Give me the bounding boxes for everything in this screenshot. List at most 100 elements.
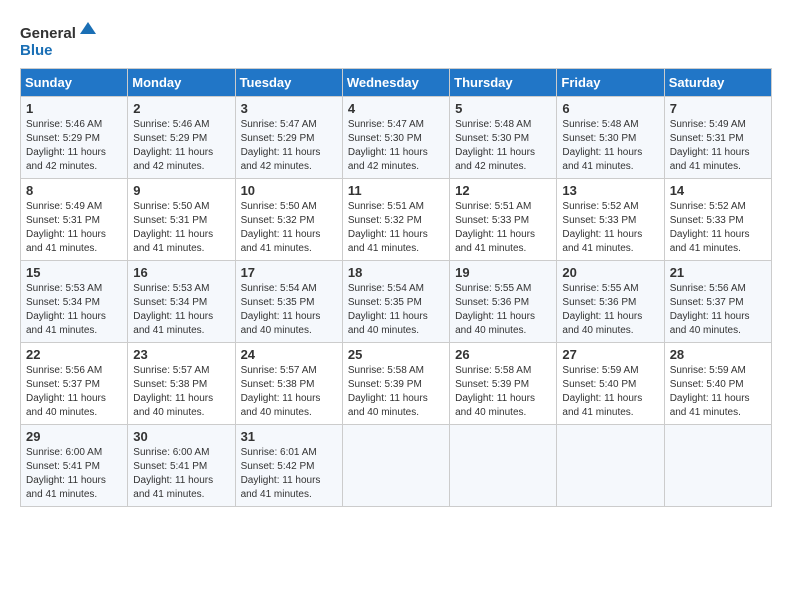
day-number: 5: [455, 101, 551, 116]
day-info: Sunrise: 5:58 AM Sunset: 5:39 PM Dayligh…: [455, 364, 551, 420]
day-info: Sunrise: 5:56 AM Sunset: 5:37 PM Dayligh…: [26, 364, 122, 420]
day-number: 1: [26, 101, 122, 116]
day-number: 3: [241, 101, 337, 116]
svg-text:Blue: Blue: [20, 42, 53, 59]
calendar-day-cell: 28 Sunrise: 5:59 AM Sunset: 5:40 PM Dayli…: [664, 343, 771, 425]
svg-text:General: General: [20, 25, 76, 42]
calendar-week-row: 22 Sunrise: 5:56 AM Sunset: 5:37 PM Dayli…: [21, 343, 772, 425]
day-info: Sunrise: 5:55 AM Sunset: 5:36 PM Dayligh…: [562, 282, 658, 338]
column-header-wednesday: Wednesday: [342, 69, 449, 97]
day-number: 31: [241, 429, 337, 444]
day-info: Sunrise: 5:57 AM Sunset: 5:38 PM Dayligh…: [241, 364, 337, 420]
day-info: Sunrise: 6:00 AM Sunset: 5:41 PM Dayligh…: [26, 446, 122, 502]
calendar-header-row: SundayMondayTuesdayWednesdayThursdayFrid…: [21, 69, 772, 97]
calendar-day-cell: 7 Sunrise: 5:49 AM Sunset: 5:31 PM Daylig…: [664, 97, 771, 179]
day-info: Sunrise: 5:49 AM Sunset: 5:31 PM Dayligh…: [26, 200, 122, 256]
day-number: 16: [133, 265, 229, 280]
day-number: 6: [562, 101, 658, 116]
day-info: Sunrise: 5:56 AM Sunset: 5:37 PM Dayligh…: [670, 282, 766, 338]
day-number: 26: [455, 347, 551, 362]
day-number: 8: [26, 183, 122, 198]
day-number: 19: [455, 265, 551, 280]
day-number: 24: [241, 347, 337, 362]
day-number: 29: [26, 429, 122, 444]
day-number: 21: [670, 265, 766, 280]
calendar-day-cell: 1 Sunrise: 5:46 AM Sunset: 5:29 PM Daylig…: [21, 97, 128, 179]
calendar-table: SundayMondayTuesdayWednesdayThursdayFrid…: [20, 68, 772, 507]
day-number: 13: [562, 183, 658, 198]
header: General Blue: [20, 20, 772, 60]
calendar-day-cell: 11 Sunrise: 5:51 AM Sunset: 5:32 PM Dayli…: [342, 179, 449, 261]
calendar-day-cell: 29 Sunrise: 6:00 AM Sunset: 5:41 PM Dayli…: [21, 425, 128, 507]
calendar-day-cell: 13Sunrise: 5:52 AM Sunset: 5:33 PM Dayli…: [557, 179, 664, 261]
calendar-empty-cell: [557, 425, 664, 507]
day-number: 28: [670, 347, 766, 362]
day-info: Sunrise: 6:00 AM Sunset: 5:41 PM Dayligh…: [133, 446, 229, 502]
calendar-day-cell: 30 Sunrise: 6:00 AM Sunset: 5:41 PM Dayli…: [128, 425, 235, 507]
column-header-thursday: Thursday: [450, 69, 557, 97]
day-info: Sunrise: 5:51 AM Sunset: 5:33 PM Dayligh…: [455, 200, 551, 256]
day-info: Sunrise: 5:46 AM Sunset: 5:29 PM Dayligh…: [26, 118, 122, 174]
day-info: Sunrise: 6:01 AM Sunset: 5:42 PM Dayligh…: [241, 446, 337, 502]
calendar-day-cell: 14Sunrise: 5:52 AM Sunset: 5:33 PM Dayli…: [664, 179, 771, 261]
calendar-day-cell: 12 Sunrise: 5:51 AM Sunset: 5:33 PM Dayli…: [450, 179, 557, 261]
calendar-day-cell: 20Sunrise: 5:55 AM Sunset: 5:36 PM Dayli…: [557, 261, 664, 343]
calendar-day-cell: 8 Sunrise: 5:49 AM Sunset: 5:31 PM Daylig…: [21, 179, 128, 261]
day-number: 12: [455, 183, 551, 198]
day-number: 22: [26, 347, 122, 362]
day-info: Sunrise: 5:58 AM Sunset: 5:39 PM Dayligh…: [348, 364, 444, 420]
logo-svg: General Blue: [20, 20, 100, 60]
day-info: Sunrise: 5:50 AM Sunset: 5:32 PM Dayligh…: [241, 200, 337, 256]
calendar-day-cell: 21 Sunrise: 5:56 AM Sunset: 5:37 PM Dayli…: [664, 261, 771, 343]
calendar-week-row: 15Sunrise: 5:53 AM Sunset: 5:34 PM Dayli…: [21, 261, 772, 343]
day-info: Sunrise: 5:47 AM Sunset: 5:29 PM Dayligh…: [241, 118, 337, 174]
calendar-day-cell: 3 Sunrise: 5:47 AM Sunset: 5:29 PM Daylig…: [235, 97, 342, 179]
calendar-day-cell: 15Sunrise: 5:53 AM Sunset: 5:34 PM Dayli…: [21, 261, 128, 343]
day-number: 30: [133, 429, 229, 444]
day-info: Sunrise: 5:49 AM Sunset: 5:31 PM Dayligh…: [670, 118, 766, 174]
calendar-day-cell: 9 Sunrise: 5:50 AM Sunset: 5:31 PM Daylig…: [128, 179, 235, 261]
day-number: 25: [348, 347, 444, 362]
day-info: Sunrise: 5:54 AM Sunset: 5:35 PM Dayligh…: [241, 282, 337, 338]
column-header-tuesday: Tuesday: [235, 69, 342, 97]
day-number: 27: [562, 347, 658, 362]
day-info: Sunrise: 5:54 AM Sunset: 5:35 PM Dayligh…: [348, 282, 444, 338]
day-info: Sunrise: 5:50 AM Sunset: 5:31 PM Dayligh…: [133, 200, 229, 256]
calendar-week-row: 8 Sunrise: 5:49 AM Sunset: 5:31 PM Daylig…: [21, 179, 772, 261]
calendar-day-cell: 27 Sunrise: 5:59 AM Sunset: 5:40 PM Dayli…: [557, 343, 664, 425]
logo: General Blue: [20, 20, 100, 60]
calendar-day-cell: 31 Sunrise: 6:01 AM Sunset: 5:42 PM Dayli…: [235, 425, 342, 507]
day-number: 9: [133, 183, 229, 198]
calendar-day-cell: 18 Sunrise: 5:54 AM Sunset: 5:35 PM Dayli…: [342, 261, 449, 343]
day-info: Sunrise: 5:53 AM Sunset: 5:34 PM Dayligh…: [133, 282, 229, 338]
calendar-day-cell: 2Sunrise: 5:46 AM Sunset: 5:29 PM Daylig…: [128, 97, 235, 179]
day-number: 2: [133, 101, 229, 116]
calendar-day-cell: 22 Sunrise: 5:56 AM Sunset: 5:37 PM Dayli…: [21, 343, 128, 425]
column-header-sunday: Sunday: [21, 69, 128, 97]
calendar-week-row: 29 Sunrise: 6:00 AM Sunset: 5:41 PM Dayli…: [21, 425, 772, 507]
column-header-friday: Friday: [557, 69, 664, 97]
calendar-day-cell: 4 Sunrise: 5:47 AM Sunset: 5:30 PM Daylig…: [342, 97, 449, 179]
day-info: Sunrise: 5:59 AM Sunset: 5:40 PM Dayligh…: [562, 364, 658, 420]
day-number: 17: [241, 265, 337, 280]
day-info: Sunrise: 5:51 AM Sunset: 5:32 PM Dayligh…: [348, 200, 444, 256]
calendar-day-cell: 17 Sunrise: 5:54 AM Sunset: 5:35 PM Dayli…: [235, 261, 342, 343]
calendar-day-cell: 19Sunrise: 5:55 AM Sunset: 5:36 PM Dayli…: [450, 261, 557, 343]
calendar-empty-cell: [664, 425, 771, 507]
calendar-empty-cell: [342, 425, 449, 507]
day-info: Sunrise: 5:48 AM Sunset: 5:30 PM Dayligh…: [562, 118, 658, 174]
calendar-day-cell: 24 Sunrise: 5:57 AM Sunset: 5:38 PM Dayli…: [235, 343, 342, 425]
day-number: 18: [348, 265, 444, 280]
day-info: Sunrise: 5:57 AM Sunset: 5:38 PM Dayligh…: [133, 364, 229, 420]
column-header-saturday: Saturday: [664, 69, 771, 97]
day-info: Sunrise: 5:53 AM Sunset: 5:34 PM Dayligh…: [26, 282, 122, 338]
day-info: Sunrise: 5:59 AM Sunset: 5:40 PM Dayligh…: [670, 364, 766, 420]
day-info: Sunrise: 5:52 AM Sunset: 5:33 PM Dayligh…: [670, 200, 766, 256]
day-number: 7: [670, 101, 766, 116]
calendar-day-cell: 16 Sunrise: 5:53 AM Sunset: 5:34 PM Dayli…: [128, 261, 235, 343]
day-number: 11: [348, 183, 444, 198]
day-info: Sunrise: 5:47 AM Sunset: 5:30 PM Dayligh…: [348, 118, 444, 174]
calendar-week-row: 1 Sunrise: 5:46 AM Sunset: 5:29 PM Daylig…: [21, 97, 772, 179]
calendar-day-cell: 23Sunrise: 5:57 AM Sunset: 5:38 PM Dayli…: [128, 343, 235, 425]
day-number: 4: [348, 101, 444, 116]
